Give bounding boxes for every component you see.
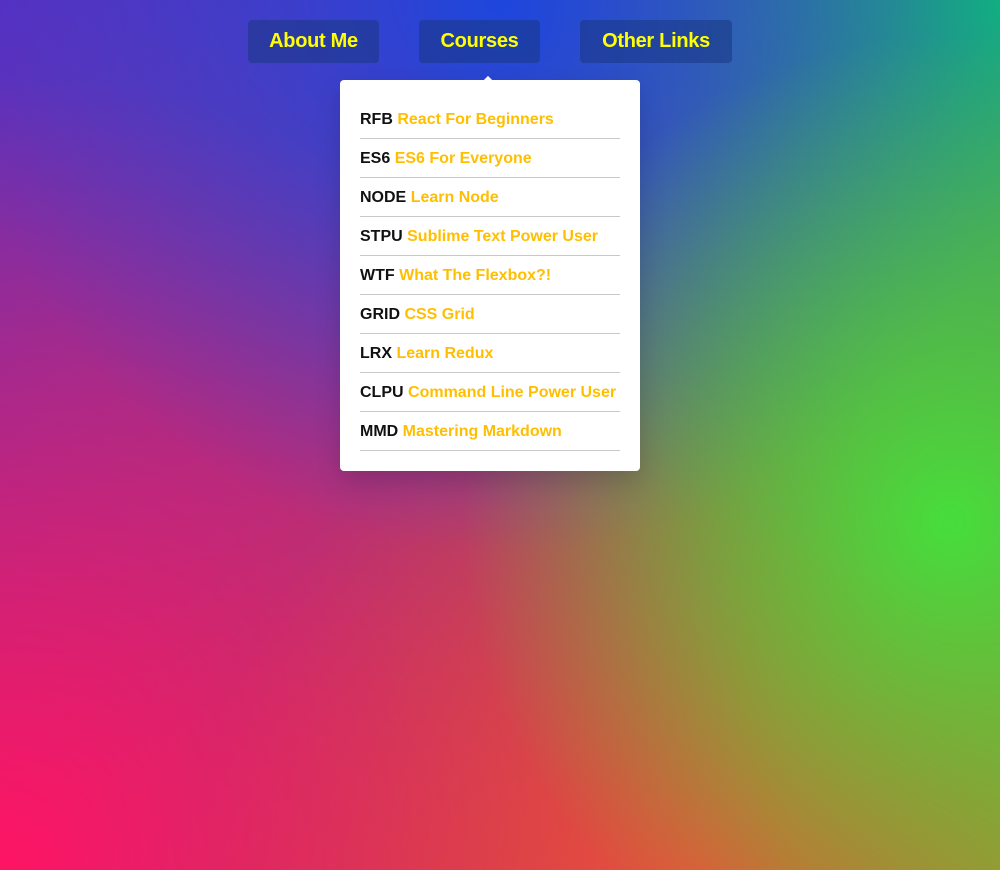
- course-code: LRX: [360, 345, 392, 362]
- course-link[interactable]: Mastering Markdown: [403, 423, 562, 440]
- course-item-node: NODE Learn Node: [360, 178, 620, 217]
- course-code: STPU: [360, 228, 403, 245]
- course-item-es6: ES6 ES6 For Everyone: [360, 139, 620, 178]
- course-link[interactable]: Learn Node: [411, 189, 499, 206]
- course-item-rfb: RFB React For Beginners: [360, 100, 620, 139]
- course-code: MMD: [360, 423, 399, 440]
- top-navigation: About Me Courses Other Links: [0, 0, 1000, 105]
- course-code: GRID: [360, 306, 400, 323]
- course-code: CLPU: [360, 384, 404, 401]
- course-code: NODE: [360, 189, 407, 206]
- course-link[interactable]: ES6 For Everyone: [395, 150, 532, 167]
- course-link[interactable]: Learn Redux: [396, 345, 493, 362]
- courses-link[interactable]: Courses: [419, 20, 540, 63]
- course-item-wtf: WTF What The Flexbox?!: [360, 256, 620, 295]
- courses-dropdown: RFB React For Beginners ES6 ES6 For Ever…: [340, 80, 640, 471]
- course-link[interactable]: CSS Grid: [404, 306, 474, 323]
- course-link[interactable]: React For Beginners: [397, 111, 553, 128]
- menu-item-about-me: About Me: [248, 20, 379, 63]
- course-code: ES6: [360, 150, 391, 167]
- course-item-grid: GRID CSS Grid: [360, 295, 620, 334]
- menu-item-courses: Courses: [419, 20, 540, 105]
- course-item-stpu: STPU Sublime Text Power User: [360, 217, 620, 256]
- main-menu: About Me Courses Other Links: [0, 0, 1000, 105]
- menu-item-other-links: Other Links: [580, 20, 732, 63]
- course-link[interactable]: Command Line Power User: [408, 384, 616, 401]
- course-link[interactable]: What The Flexbox?!: [399, 267, 551, 284]
- other-links-link[interactable]: Other Links: [580, 20, 732, 63]
- course-list: RFB React For Beginners ES6 ES6 For Ever…: [360, 100, 620, 451]
- course-code: RFB: [360, 111, 393, 128]
- course-code: WTF: [360, 267, 395, 284]
- course-item-lrx: LRX Learn Redux: [360, 334, 620, 373]
- course-item-clpu: CLPU Command Line Power User: [360, 373, 620, 412]
- course-link[interactable]: Sublime Text Power User: [407, 228, 598, 245]
- course-item-mmd: MMD Mastering Markdown: [360, 412, 620, 451]
- about-me-link[interactable]: About Me: [248, 20, 379, 63]
